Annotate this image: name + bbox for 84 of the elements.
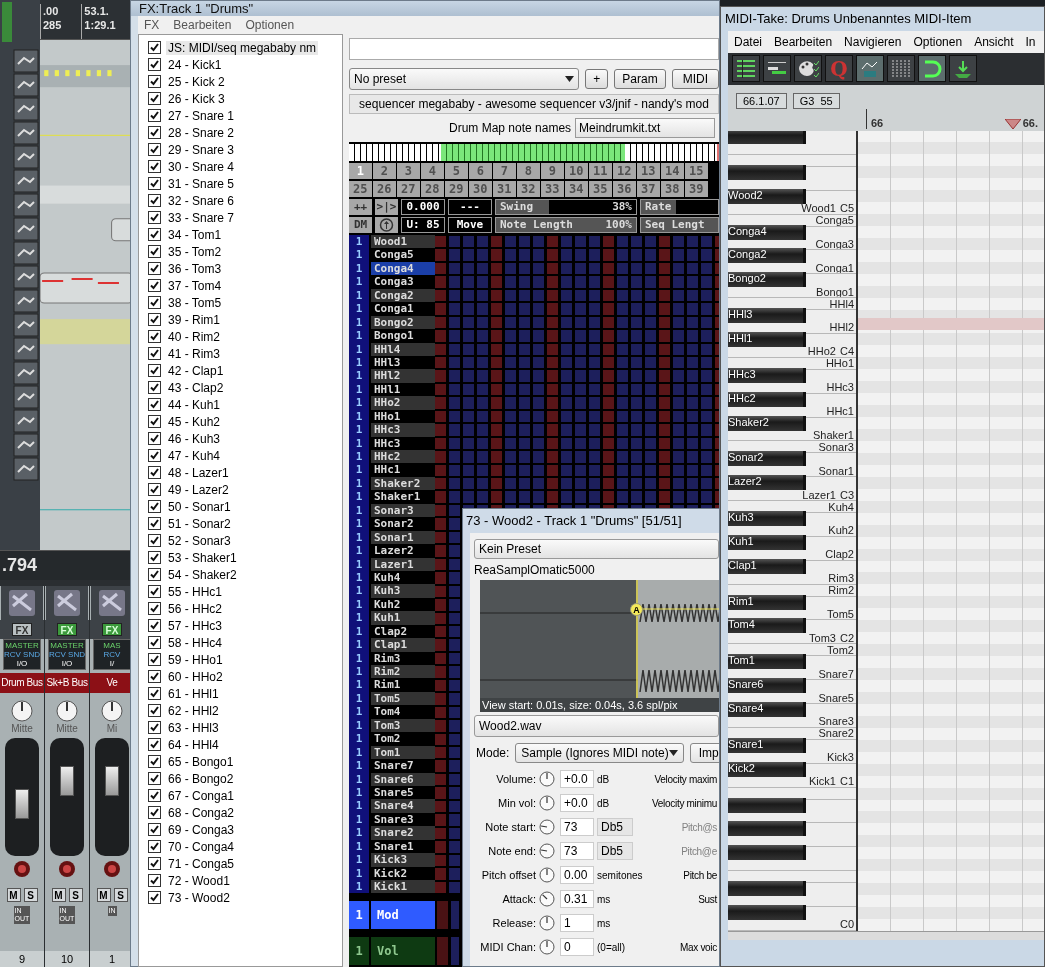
parameter-label: Note start:	[484, 821, 536, 833]
drum-map-label: Drum Map note names	[449, 121, 572, 135]
slider-reading: 100%	[605, 218, 632, 232]
track-name: Sk+B Bus	[45, 673, 89, 693]
key-label: Bongo1	[816, 286, 854, 298]
window-title: MIDI-Take: Drums Unbenanntes MIDI-Item	[725, 10, 973, 28]
key-label: Conga5	[815, 215, 854, 227]
octave-label: C1	[839, 776, 854, 788]
key-label: Sonar3	[818, 441, 854, 453]
parameter-label: Pitch offset	[480, 869, 536, 881]
key-label: Snare5	[818, 692, 854, 704]
unit-label: dB	[597, 797, 611, 809]
parameter-label: Velocity minimu	[651, 797, 718, 809]
key-label: Kick3	[827, 752, 854, 764]
key-label: Rim3	[828, 573, 854, 585]
unit-label: ms	[597, 917, 612, 929]
key-label: Kuh4	[828, 501, 854, 513]
track-number: 9	[0, 951, 44, 967]
key-label: HHc3	[826, 382, 854, 394]
key-label: Kick1	[809, 776, 836, 788]
unit-label: ms	[597, 893, 612, 905]
key-label: HHl4	[829, 298, 854, 310]
parameter-label: MIDI Chan:	[479, 941, 536, 953]
key-label: Tom5	[827, 608, 854, 620]
parameter-label: Pitch@e	[680, 845, 718, 857]
parameter-label: Velocity maxim	[653, 773, 718, 785]
unit-label: (0=all)	[597, 941, 627, 953]
parameter-label: Sust	[697, 893, 718, 905]
key-label: HHl2	[829, 322, 854, 334]
key-label: Shaker1	[813, 429, 854, 441]
key-label: Sonar1	[818, 465, 854, 477]
key-label: Wood1	[801, 203, 836, 215]
time-display: .794	[2, 555, 38, 576]
mode-label: Mode:	[476, 746, 510, 760]
slider-label: Swing	[500, 200, 534, 214]
ruler-label: 66	[871, 117, 884, 129]
key-label: Snare3	[818, 716, 854, 728]
key-label: Snare2	[818, 728, 854, 740]
pan-label: Mi	[106, 723, 118, 734]
octave-label: C4	[839, 346, 854, 358]
key-label: Rim2	[828, 585, 854, 597]
parameter-label: Pitch@s	[680, 821, 718, 833]
unit-label: semitones	[597, 869, 644, 881]
window-title: FX:Track 1 "Drums"	[131, 1, 719, 16]
key-label: Tom3	[809, 632, 836, 644]
plugin-description: sequencer megababy - awesome sequencer v3/jnif - nandy's mod	[349, 94, 719, 114]
octave-label: C0	[839, 919, 854, 931]
parameter-label: Note end:	[487, 845, 536, 857]
slider-label: Rate	[645, 200, 672, 214]
parameter-label: Release:	[491, 917, 536, 929]
octave-label: C5	[839, 203, 854, 215]
pitch-display: G3 55	[792, 93, 840, 109]
slider-reading: 38%	[612, 200, 632, 214]
pan-label: Mitte	[56, 723, 78, 734]
key-label: HHo2	[807, 346, 836, 358]
parameter-label: Pitch be	[682, 869, 718, 881]
note-name-field: Db5	[597, 818, 633, 836]
key-label: Conga3	[815, 238, 854, 250]
key-label: Kuh2	[828, 525, 854, 537]
track-name: Drum Bus	[0, 673, 44, 693]
parameter-label: Min vol:	[497, 797, 536, 809]
parameter-label: Attack:	[501, 893, 536, 905]
slider-label: Note Length	[500, 218, 573, 232]
key-label: HHo1	[825, 358, 854, 370]
key-label: Clap2	[825, 549, 854, 561]
octave-label: C2	[839, 632, 854, 644]
unit-label: dB	[597, 773, 611, 785]
parameter-label: Volume:	[495, 773, 536, 785]
note-name-field: Db5	[597, 842, 633, 860]
key-label: HHc1	[826, 406, 854, 418]
view-info: View start: 0.01s, size: 0.04s, 3.6 spl/pix	[480, 698, 719, 712]
key-label: Conga1	[815, 262, 854, 274]
slider-label: Seq Lengt	[645, 218, 705, 232]
parameter-label: Max voic	[678, 941, 718, 953]
key-label: Lazer1	[802, 489, 836, 501]
key-label: Snare7	[818, 668, 854, 680]
key-label: Tom2	[827, 644, 854, 656]
window-title: 73 - Wood2 - Track 1 "Drums" [51/51]	[466, 512, 683, 530]
pan-label: Mitte	[11, 723, 33, 734]
group-title: ReaSamplOmatic5000	[474, 563, 596, 577]
ruler-label: 66.	[1022, 117, 1038, 129]
octave-label: C3	[839, 489, 854, 501]
track-number: 10	[45, 951, 89, 967]
position-display: 66.1.07	[736, 93, 787, 109]
